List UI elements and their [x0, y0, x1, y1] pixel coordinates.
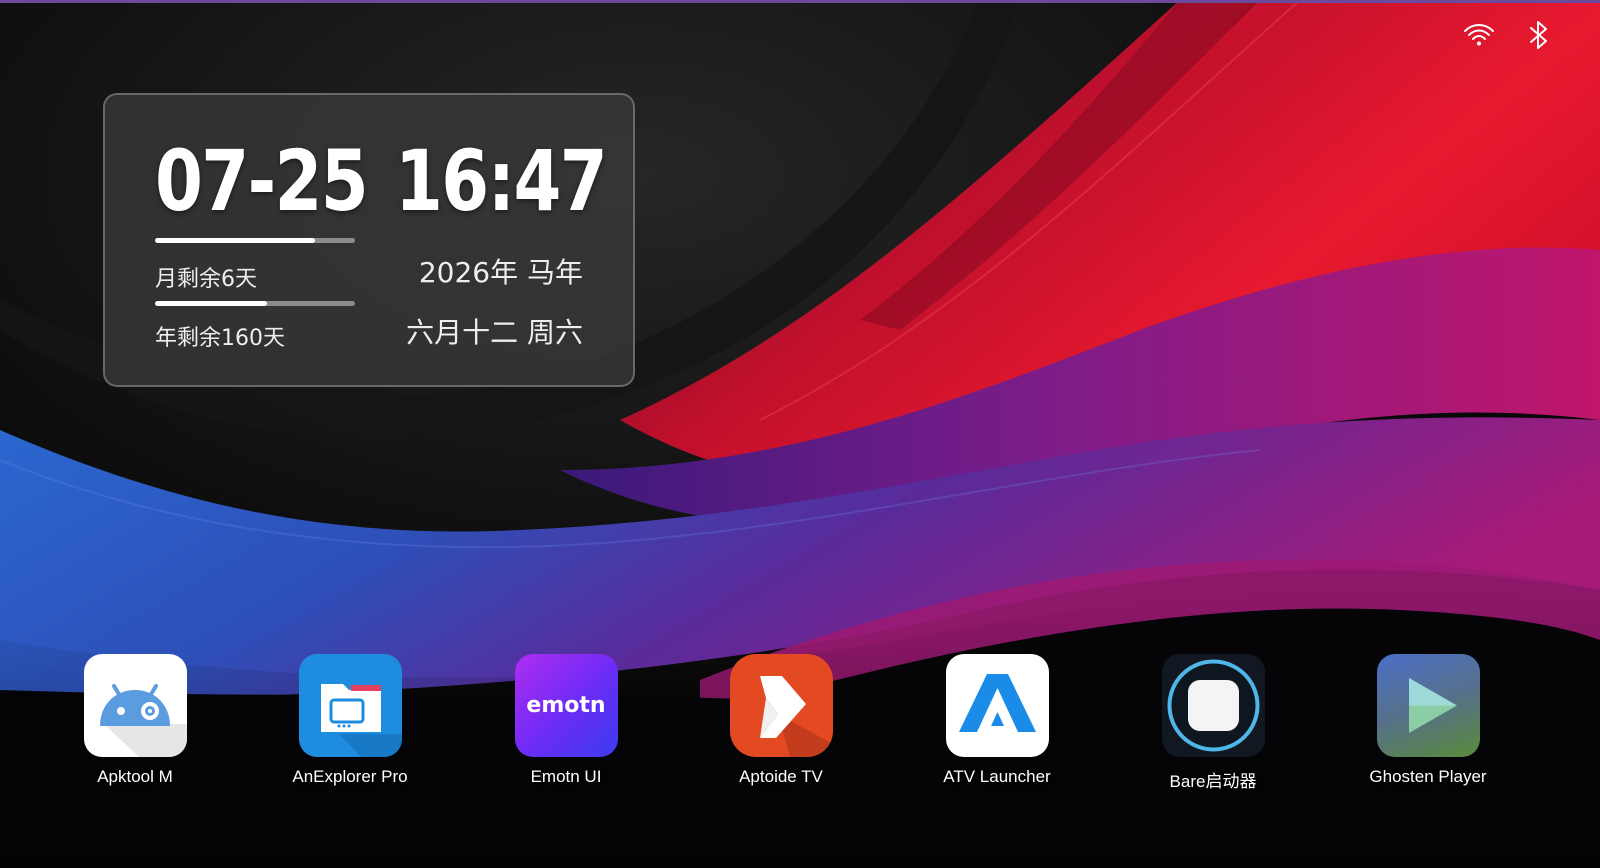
home-screen: 07-25 16:47 月剩余6天 年剩余160天 2026年 马年 六月十二 …: [0, 0, 1600, 868]
year-progress-fill: [155, 301, 267, 306]
app-emotn-ui[interactable]: emotn Emotn UI: [476, 654, 656, 787]
aptoide-arrow-icon: [729, 654, 833, 757]
play-triangle-icon: [1376, 654, 1480, 757]
app-ghosten-player[interactable]: Ghosten Player: [1338, 654, 1518, 787]
app-bare-launcher[interactable]: Bare启动器: [1123, 654, 1303, 792]
app-anexplorer-pro[interactable]: AnExplorer Pro: [260, 654, 440, 787]
app-label: ATV Launcher: [943, 767, 1051, 786]
year-zodiac-text: 2026年 马年: [418, 256, 583, 289]
year-progress-bar: [155, 301, 355, 306]
month-progress-bar: [155, 238, 355, 243]
android-gear-icon: [83, 654, 187, 757]
app-label: Ghosten Player: [1369, 767, 1487, 786]
lunar-date-weekday-text: 六月十二 周六: [406, 316, 583, 349]
wifi-icon[interactable]: [1462, 18, 1496, 52]
year-remaining-label: 年剩余160天: [155, 326, 285, 351]
month-progress-fill: [155, 238, 315, 243]
app-dock: Apktool M AnExplorer Pro emotn Emotn UI …: [0, 654, 1600, 804]
app-apktool-m[interactable]: Apktool M: [45, 654, 225, 787]
emotn-logo-text: emotn: [526, 693, 606, 718]
app-label: Bare启动器: [1169, 772, 1257, 791]
app-aptoide-tv[interactable]: Aptoide TV: [691, 654, 871, 787]
app-label: AnExplorer Pro: [292, 767, 408, 786]
clock-widget[interactable]: 07-25 16:47 月剩余6天 年剩余160天 2026年 马年 六月十二 …: [103, 93, 635, 387]
bare-square-icon: [1161, 654, 1265, 757]
status-bar: [1462, 18, 1556, 52]
date-display: 07-25: [155, 132, 369, 230]
emotn-logo-icon: emotn: [514, 654, 618, 757]
app-label: Apktool M: [97, 767, 173, 786]
app-atv-launcher[interactable]: ATV Launcher: [907, 654, 1087, 787]
app-label: Emotn UI: [530, 767, 602, 786]
top-accent-line: [0, 0, 1600, 3]
atv-a-logo-icon: [945, 654, 1049, 757]
month-remaining-label: 月剩余6天: [155, 267, 257, 292]
time-display: 16:47: [395, 132, 608, 230]
folder-tv-icon: [298, 654, 402, 757]
app-label: Aptoide TV: [739, 767, 823, 786]
bluetooth-icon[interactable]: [1522, 18, 1556, 52]
